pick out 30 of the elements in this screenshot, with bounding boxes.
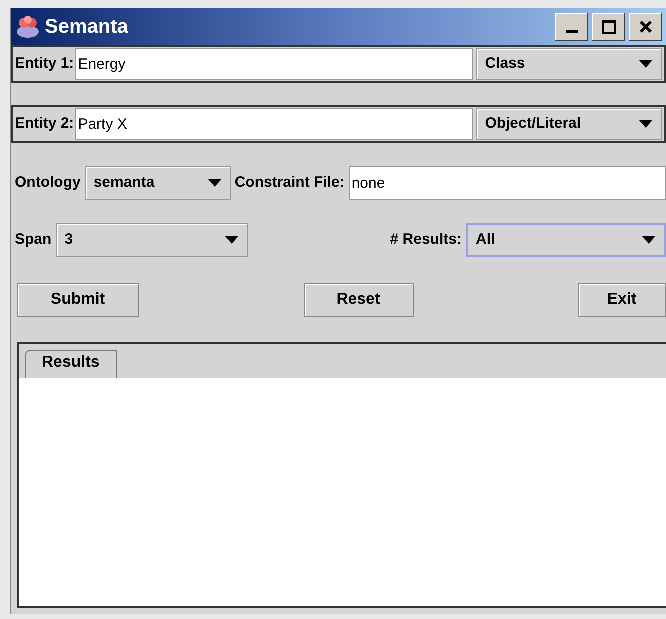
type-dropdown[interactable]: Class [476,48,662,80]
caret-icon [639,120,653,128]
field-label: Entity 2: [14,114,76,134]
span-dropdown[interactable]: 3 [56,223,248,257]
caret-icon [639,60,653,68]
field-label: Span [15,230,52,250]
close-button[interactable] [629,12,662,40]
caret-icon [224,236,239,244]
caret-icon [208,179,222,187]
action-button[interactable]: Exit [578,283,666,317]
action-button[interactable]: Reset [304,283,414,317]
field-label: Entity 1: [14,54,76,74]
field-label: Ontology [15,172,81,193]
input-field[interactable]: none [348,166,666,200]
input-field[interactable]: Energy [75,48,474,80]
field-label: Constraint File: [234,172,345,193]
input-field[interactable]: Party X [75,108,474,140]
field-label: # Results: [390,230,462,250]
results-dropdown[interactable]: All [466,223,666,257]
minimize-button[interactable] [555,12,588,40]
maximize-icon [600,18,618,36]
caret-icon [642,236,656,244]
action-button[interactable]: Submit [17,283,139,317]
app-icon [15,14,41,38]
maximize-button[interactable] [592,12,625,40]
window-title: Semanta [45,14,130,40]
minimize-icon [566,30,578,33]
ontology-dropdown[interactable]: semanta [84,166,231,200]
tab[interactable]: Results [25,350,117,378]
type-dropdown[interactable]: Object/Literal [476,108,662,140]
